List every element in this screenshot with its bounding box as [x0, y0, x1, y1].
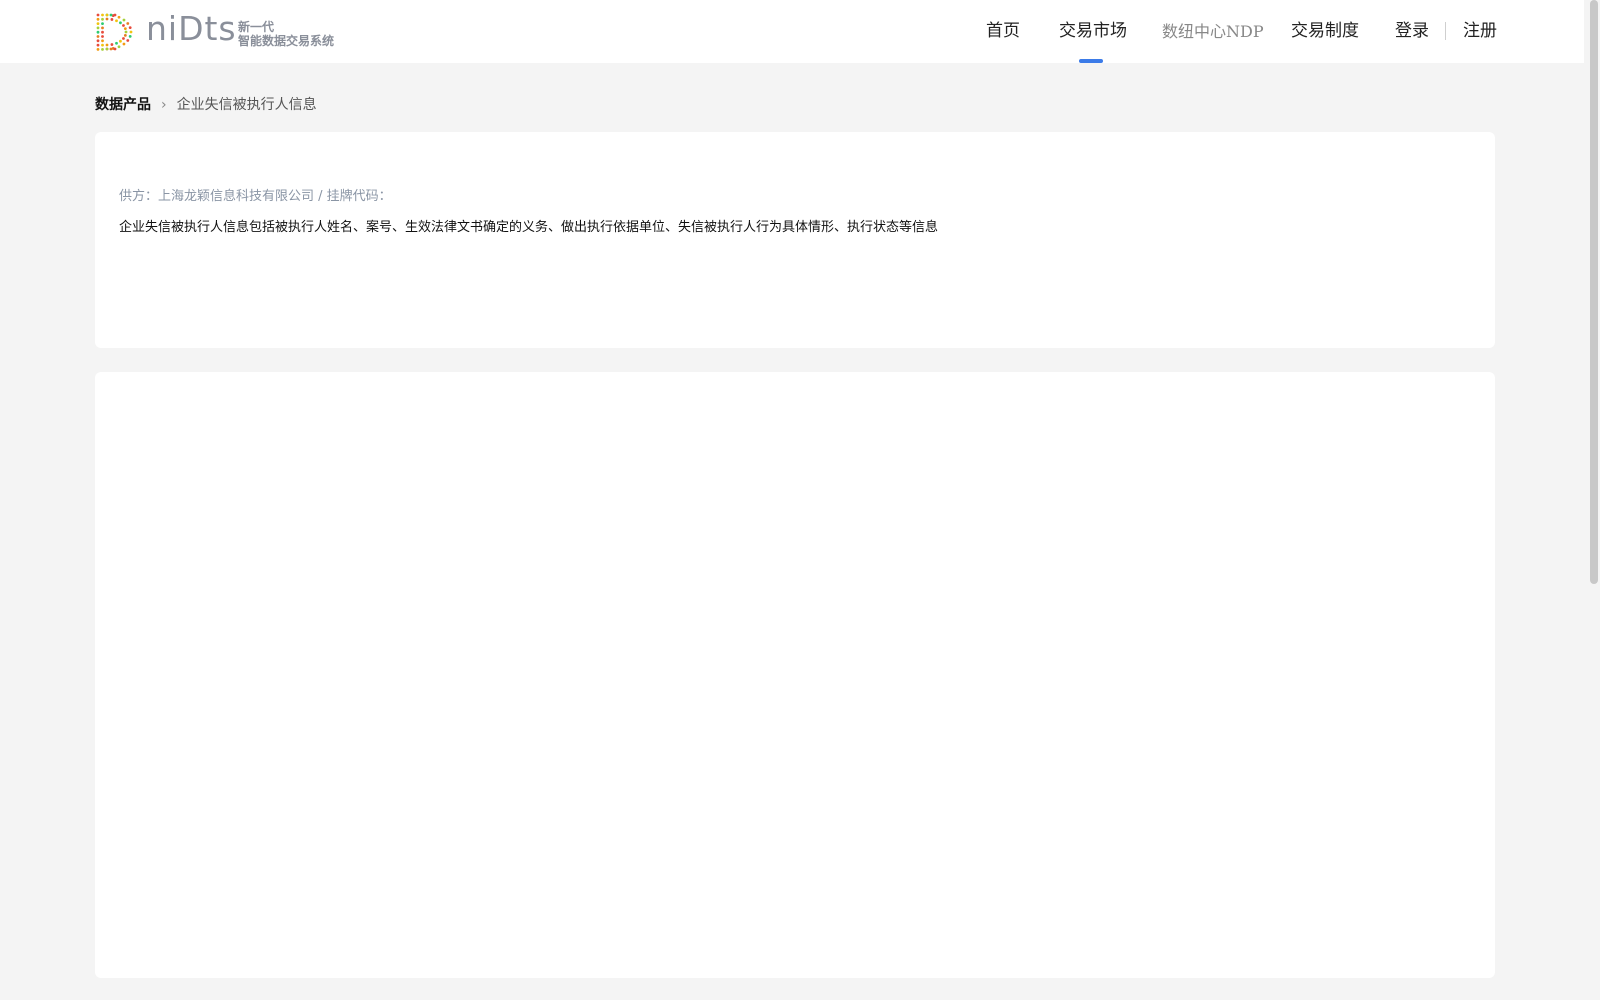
logo-dot: [101, 13, 104, 17]
page-scrollbar[interactable]: [1590, 0, 1598, 584]
logo-dot: [101, 48, 104, 51]
login-link[interactable]: 登录: [1395, 0, 1429, 63]
logo-dotted-d-icon: [96, 13, 133, 51]
nav-active-indicator: [1079, 59, 1103, 63]
logo-dot: [105, 13, 109, 17]
nav-home[interactable]: 首页: [986, 0, 1020, 63]
nav-trade-rules[interactable]: 交易制度: [1291, 0, 1359, 63]
logo-dot: [124, 30, 128, 34]
logo-dot: [126, 22, 130, 25]
logo-dot: [109, 47, 113, 51]
chevron-right-icon: ›: [161, 97, 167, 113]
logo-dot: [110, 43, 114, 46]
logo-dot: [129, 30, 133, 34]
logo-dot: [101, 43, 104, 47]
logo-dot: [128, 34, 132, 38]
logo-dot: [117, 45, 121, 49]
nav-ndp-center[interactable]: 数纽中心NDP: [1162, 0, 1264, 63]
logo-dot: [113, 47, 117, 51]
nav-trade-market[interactable]: 交易市场: [1059, 0, 1127, 63]
top-header: niDts 新一代 智能数据交易系统 首页 交易市场 数纽中心NDP 交易制度 …: [0, 0, 1584, 63]
logo-dot: [119, 39, 122, 43]
product-detail-panel: [95, 372, 1495, 978]
logo-dot: [101, 22, 104, 25]
logo-dot: [109, 13, 113, 17]
logo-dot: [96, 17, 100, 21]
site-logo[interactable]: niDts 新一代 智能数据交易系统: [94, 9, 344, 53]
logo-dot: [113, 13, 117, 17]
logo-wordmark: niDts: [146, 9, 237, 48]
breadcrumb: 数据产品 › 企业失信被执行人信息: [95, 95, 317, 115]
logo-tagline-line1: 新一代: [238, 20, 275, 34]
logo-dot: [122, 18, 126, 22]
logo-dot: [96, 39, 100, 43]
logo-dot: [128, 26, 132, 30]
logo-dot: [96, 22, 100, 25]
logo-tagline: 新一代 智能数据交易系统: [238, 20, 334, 48]
logo-dot: [122, 24, 125, 27]
logo-dot: [105, 47, 109, 51]
logo-dot: [101, 30, 104, 34]
logo-dot: [119, 21, 122, 25]
logo-dot: [96, 30, 100, 34]
product-info-card: 供方：上海龙颖信息科技有限公司 / 挂牌代码： 企业失信被执行人信息包括被执行人…: [95, 132, 1495, 348]
product-description: 企业失信被执行人信息包括被执行人姓名、案号、生效法律文书确定的义务、做出执行依据…: [119, 220, 939, 235]
supplier-info: 供方：上海龙颖信息科技有限公司 / 挂牌代码：: [119, 189, 392, 204]
logo-dot: [123, 27, 127, 31]
logo-dot: [105, 43, 109, 47]
logo-dot: [115, 41, 118, 45]
logo-dot: [110, 18, 114, 21]
logo-dot: [123, 33, 127, 37]
logo-dot: [122, 42, 126, 46]
logo-dot: [101, 17, 104, 21]
logo-dot: [115, 19, 118, 23]
logo-dot: [101, 35, 104, 38]
logo-dot: [96, 35, 100, 38]
logo-dot: [105, 17, 109, 21]
logo-dot: [96, 43, 100, 47]
breadcrumb-current: 企业失信被执行人信息: [176, 97, 317, 113]
logo-tagline-line2: 智能数据交易系统: [238, 34, 335, 48]
logo-dot: [96, 13, 100, 17]
logo-dot: [101, 26, 104, 30]
nav-divider: [1445, 22, 1446, 40]
register-link[interactable]: 注册: [1463, 0, 1497, 63]
logo-dot: [126, 39, 130, 42]
breadcrumb-root[interactable]: 数据产品: [95, 95, 151, 115]
logo-dot: [96, 48, 100, 51]
logo-dot: [122, 37, 125, 40]
logo-dot: [117, 15, 121, 19]
logo-dot: [101, 39, 104, 43]
logo-dot: [96, 26, 100, 30]
